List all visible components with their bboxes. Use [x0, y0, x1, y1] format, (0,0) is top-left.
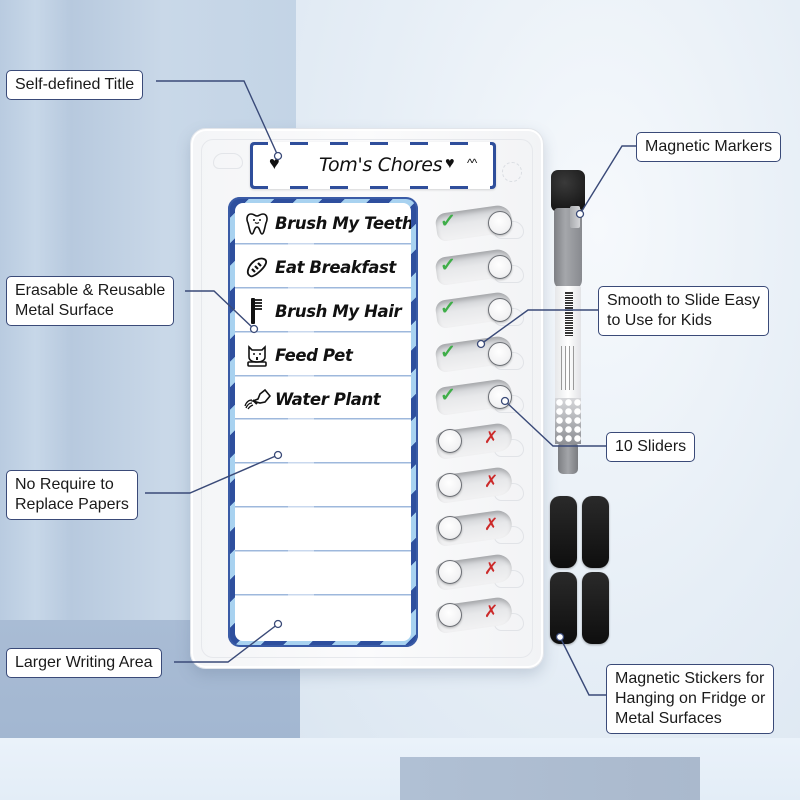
chore-label: Brush My Teeth	[275, 214, 411, 234]
chore-row[interactable]: Brush My Teeth	[235, 203, 411, 247]
callout-magnetic-markers: Magnetic Markers	[636, 132, 782, 162]
chore-slider[interactable]: ✗	[434, 465, 524, 505]
chore-row-blank[interactable]	[235, 465, 411, 510]
callout-text: Self-defined Title	[15, 76, 135, 93]
chore-row-blank[interactable]	[235, 421, 411, 466]
chore-label: Eat Breakfast	[275, 258, 396, 278]
slider-knob[interactable]	[488, 211, 512, 235]
slider-knob[interactable]	[438, 472, 462, 497]
marker-magnet-clip	[570, 206, 580, 228]
title-strip-inner: ♥ Tom's Chores ♥ ^^	[253, 145, 493, 186]
comb-icon	[243, 297, 271, 325]
barcode-icon	[565, 292, 573, 336]
cross-icon: ✗	[484, 428, 499, 448]
chore-slider[interactable]: ✗	[434, 552, 524, 592]
slider-knob[interactable]	[438, 429, 462, 453]
callout-no-require-papers: No Require to Replace Papers	[6, 470, 138, 520]
callout-ten-sliders: 10 Sliders	[606, 432, 696, 462]
chore-row-blank[interactable]	[235, 509, 411, 554]
chore-slider[interactable]: ✓	[434, 377, 524, 417]
check-icon: ✓	[440, 254, 456, 276]
callout-self-defined-title: Self-defined Title	[6, 70, 144, 100]
callout-text: Smooth to Slide Easy	[607, 292, 760, 309]
pedestal-front	[400, 757, 700, 800]
cross-icon: ✗	[484, 515, 499, 536]
chore-row[interactable]: Water Plant	[235, 378, 411, 422]
callout-text: Magnetic Stickers for	[615, 670, 765, 687]
callout-text: 10 Sliders	[615, 438, 687, 455]
cross-icon: ✗	[484, 602, 499, 623]
pet-bowl-icon	[243, 341, 271, 369]
chore-slider[interactable]: ✗	[434, 508, 524, 548]
chore-slider[interactable]: ✗	[434, 595, 524, 635]
callout-text: Erasable & Reusable	[15, 282, 166, 299]
callout-erasable-surface: Erasable & Reusable Metal Surface	[6, 276, 175, 326]
slider-knob[interactable]	[488, 298, 512, 323]
callout-text: Metal Surface	[15, 302, 114, 319]
chore-label: Feed Pet	[275, 345, 353, 365]
board-title[interactable]: Tom's Chores	[319, 154, 443, 176]
callout-text: Larger Writing Area	[15, 654, 153, 671]
chore-slider[interactable]: ✓	[434, 290, 524, 330]
magnetic-sticker	[582, 496, 609, 568]
cross-icon: ✗	[484, 471, 499, 492]
heart-icon: ♥	[269, 153, 280, 173]
chore-slider[interactable]: ✓	[434, 334, 524, 374]
chore-row[interactable]: Feed Pet	[235, 334, 411, 379]
writing-area: Brush My Teeth Eat Breakfast Brush My Ha…	[228, 197, 418, 647]
chore-slider[interactable]: ✓	[434, 247, 524, 287]
callout-text: to Use for Kids	[607, 312, 712, 329]
chore-row[interactable]: Brush My Hair	[235, 290, 411, 335]
check-icon: ✓	[440, 298, 456, 320]
marker-eraser	[551, 170, 585, 212]
chore-row-blank[interactable]	[235, 553, 411, 598]
marker-body	[555, 286, 581, 444]
callout-text: Metal Surfaces	[615, 710, 722, 727]
cross-icon: ✗	[484, 558, 499, 579]
callout-magnetic-stickers: Magnetic Stickers for Hanging on Fridge …	[606, 664, 775, 734]
chore-slider[interactable]: ✓	[434, 203, 524, 243]
chore-row[interactable]: Eat Breakfast	[235, 246, 411, 291]
tooth-icon	[243, 210, 271, 238]
chore-label: Brush My Hair	[275, 301, 402, 321]
chore-row-blank[interactable]	[235, 597, 411, 641]
watering-can-icon	[243, 385, 271, 413]
magnetic-sticker	[550, 496, 577, 568]
marker-tip	[558, 444, 578, 474]
bread-icon	[243, 254, 271, 282]
callout-smooth-slide: Smooth to Slide Easy to Use for Kids	[598, 286, 769, 336]
marker-label-text	[561, 346, 575, 390]
heart-icon: ♥	[445, 155, 455, 172]
writing-paper: Brush My Teeth Eat Breakfast Brush My Ha…	[235, 203, 411, 641]
magnetic-marker	[548, 170, 588, 480]
check-icon: ✓	[440, 211, 456, 232]
title-strip[interactable]: ♥ Tom's Chores ♥ ^^	[250, 142, 496, 189]
slider-knob[interactable]	[488, 341, 512, 366]
slider-knob[interactable]	[488, 254, 512, 279]
callout-larger-writing-area: Larger Writing Area	[6, 648, 162, 678]
magnetic-sticker	[550, 572, 577, 644]
callout-text: Magnetic Markers	[645, 138, 773, 155]
check-icon: ✓	[440, 341, 456, 363]
slider-knob[interactable]	[438, 559, 462, 584]
magnetic-sticker	[582, 572, 609, 644]
chore-label: Water Plant	[275, 389, 381, 409]
callout-text: No Require to	[15, 476, 114, 493]
check-icon: ✓	[440, 385, 456, 407]
slider-knob[interactable]	[438, 516, 462, 541]
callout-text: Replace Papers	[15, 496, 129, 513]
smile-face-icon: ^^	[467, 156, 477, 170]
marker-dot-pattern	[555, 398, 581, 444]
chore-slider[interactable]: ✗	[434, 421, 524, 461]
sun-decoration	[502, 162, 522, 182]
callout-text: Hanging on Fridge or	[615, 690, 766, 707]
cloud-decoration	[213, 153, 243, 169]
